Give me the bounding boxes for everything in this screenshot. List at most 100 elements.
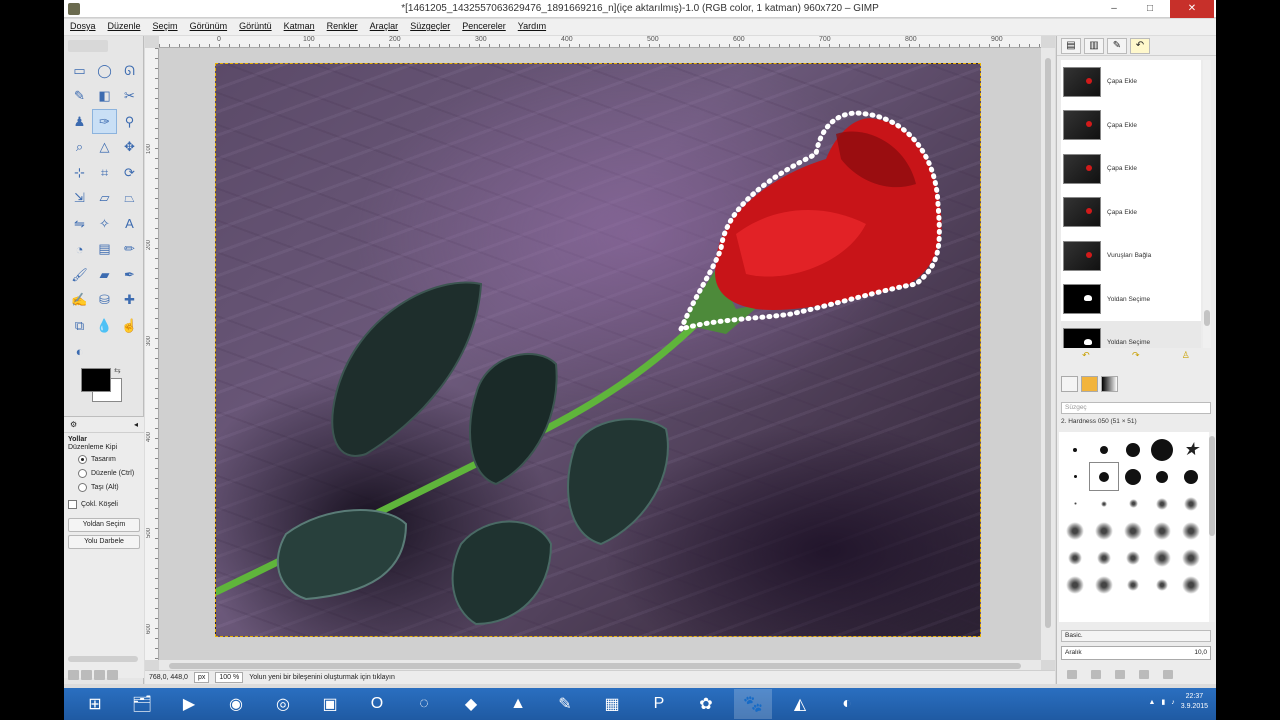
undo-history-item[interactable]: Çapa Ekle xyxy=(1061,191,1201,235)
horizontal-scroll-thumb[interactable] xyxy=(169,663,1021,669)
swap-colors-icon[interactable]: ⇆ xyxy=(114,366,121,375)
panel-menu-icon[interactable]: ◂ xyxy=(134,420,138,429)
start-button[interactable]: ⊞ xyxy=(76,689,114,719)
palette-icon[interactable]: ✿ xyxy=(687,689,725,719)
brush-filter-input[interactable]: Süzgeç xyxy=(1061,402,1211,414)
media-player-icon[interactable]: ▶ xyxy=(170,689,208,719)
rect-select-icon[interactable]: ▭ xyxy=(67,58,92,83)
inkscape-icon[interactable]: ◭ xyxy=(781,689,819,719)
brush-tip[interactable] xyxy=(1148,571,1176,598)
vertical-scroll-thumb[interactable] xyxy=(1045,58,1051,628)
brush-tip[interactable] xyxy=(1061,436,1089,463)
undo-icon[interactable]: ↶ xyxy=(1082,350,1090,364)
brush-preset-select[interactable]: Basic. xyxy=(1061,630,1211,642)
tab-patterns[interactable] xyxy=(1081,376,1098,392)
brush-tip[interactable] xyxy=(1090,544,1118,571)
align-icon[interactable]: ⊹ xyxy=(67,160,92,185)
duplicate-brush-icon[interactable] xyxy=(1115,670,1125,679)
powerpoint-icon[interactable]: P xyxy=(640,689,678,719)
reset-options-icon[interactable] xyxy=(107,670,118,680)
heal-icon[interactable]: ✚ xyxy=(117,288,142,313)
firefox-icon[interactable]: ◎ xyxy=(264,689,302,719)
redo-icon[interactable]: ↷ xyxy=(1132,350,1140,364)
pencil-icon[interactable]: ✏ xyxy=(117,237,142,262)
eraser-icon[interactable]: ▰ xyxy=(92,262,117,287)
gimp-icon[interactable]: 🐾 xyxy=(734,689,772,719)
move-icon[interactable]: ✥ xyxy=(117,135,142,160)
undo-history-item[interactable]: Çapa Ekle xyxy=(1061,104,1201,148)
undo-history-item[interactable]: Çapa Ekle xyxy=(1061,60,1201,104)
image-canvas[interactable] xyxy=(215,63,981,637)
brush-tip[interactable] xyxy=(1119,463,1147,490)
text-icon[interactable]: A xyxy=(117,211,142,236)
horizontal-ruler[interactable]: 0 100 200 300 400 500 600 700 800 900 xyxy=(159,36,1041,48)
menu-filters[interactable]: Süzgeçler xyxy=(410,19,456,35)
undo-scroll-thumb[interactable] xyxy=(1204,310,1210,326)
brush-tip[interactable] xyxy=(1177,517,1205,544)
fuzzy-select-icon[interactable]: ✎ xyxy=(67,84,92,109)
menu-edit[interactable]: Düzenle xyxy=(108,19,147,35)
smudge-icon[interactable]: ☝ xyxy=(117,313,142,338)
clear-history-icon[interactable]: ♙ xyxy=(1182,350,1190,364)
vlc-icon[interactable]: ▲ xyxy=(499,689,537,719)
menu-tools[interactable]: Araçlar xyxy=(370,19,405,35)
zoom-icon[interactable]: ⌕ xyxy=(67,135,92,160)
brush-tip[interactable] xyxy=(1061,490,1089,517)
brush-tip[interactable] xyxy=(1119,517,1147,544)
brush-tip[interactable] xyxy=(1119,544,1147,571)
color-picker-icon[interactable]: ⚲ xyxy=(117,109,142,134)
flip-icon[interactable]: ⇋ xyxy=(67,211,92,236)
clock[interactable]: 22:37 3.9.2015 xyxy=(1181,692,1208,712)
brush-tip[interactable] xyxy=(1090,436,1118,463)
new-brush-icon[interactable] xyxy=(1091,670,1101,679)
obs-icon[interactable]: ◐ xyxy=(828,689,866,719)
volume-icon[interactable]: ♪ xyxy=(1171,699,1175,706)
brush-tip[interactable] xyxy=(1177,544,1205,571)
brush-tip[interactable] xyxy=(1090,490,1118,517)
blender-icon[interactable]: ◌ xyxy=(405,689,443,719)
stroke-path-button[interactable]: Yolu Darbele xyxy=(68,535,140,549)
brush-tip[interactable] xyxy=(1148,463,1176,490)
tab-undo-history[interactable]: ↶ xyxy=(1130,38,1150,54)
brush-tip[interactable] xyxy=(1148,490,1176,517)
refresh-brushes-icon[interactable] xyxy=(1163,670,1173,679)
vertical-scrollbar[interactable] xyxy=(1041,48,1055,660)
tool-options-tab-icon[interactable]: ⚙ xyxy=(70,420,77,429)
canvas-viewport[interactable] xyxy=(159,48,1041,660)
undo-history-item[interactable]: Yoldan Seçime xyxy=(1061,321,1201,348)
image-icon[interactable]: ▦ xyxy=(593,689,631,719)
brush-tip[interactable] xyxy=(1119,436,1147,463)
vertical-ruler[interactable]: 100 200 300 400 500 600 xyxy=(145,48,159,660)
brush-tip[interactable] xyxy=(1177,571,1205,598)
brush-tip[interactable] xyxy=(1061,463,1089,490)
brush-tip[interactable] xyxy=(1089,462,1119,491)
foreground-color-swatch[interactable] xyxy=(81,368,111,392)
mode-move-radio[interactable]: Taşı (Alt) xyxy=(64,480,144,494)
edit-brush-icon[interactable] xyxy=(1067,670,1077,679)
brush-tip[interactable] xyxy=(1177,490,1205,517)
mode-edit-radio[interactable]: Düzenle (Ctrl) xyxy=(64,466,144,480)
brush-tip[interactable] xyxy=(1177,463,1205,490)
menu-help[interactable]: Yardım xyxy=(518,19,552,35)
toolbox-scrollbar[interactable] xyxy=(68,656,138,662)
brush-tip[interactable] xyxy=(1090,571,1118,598)
ellipse-select-icon[interactable]: ◯ xyxy=(92,58,117,83)
opera-icon[interactable]: O xyxy=(358,689,396,719)
lasso-icon[interactable]: ᘏ xyxy=(117,58,142,83)
menu-colors[interactable]: Renkler xyxy=(327,19,364,35)
bucket-fill-icon[interactable]: ◔ xyxy=(67,237,92,262)
brush-tip[interactable] xyxy=(1148,544,1176,571)
menu-file[interactable]: Dosya xyxy=(70,19,102,35)
undo-history-item[interactable]: Vuruşları Bağla xyxy=(1061,234,1201,278)
restore-options-icon[interactable] xyxy=(81,670,92,680)
tab-layers[interactable]: ▤ xyxy=(1061,38,1081,54)
app-m-icon[interactable]: ▣ xyxy=(311,689,349,719)
maximize-button[interactable]: □ xyxy=(1136,0,1164,18)
brush-tip[interactable] xyxy=(1061,544,1089,571)
save-options-icon[interactable] xyxy=(68,670,79,680)
undo-history-item[interactable]: Yoldan Seçime xyxy=(1061,278,1201,322)
chrome-icon[interactable]: ◉ xyxy=(217,689,255,719)
brush-tip[interactable] xyxy=(1061,571,1089,598)
tab-channels[interactable]: ▥ xyxy=(1084,38,1104,54)
brush-tip[interactable] xyxy=(1061,517,1089,544)
